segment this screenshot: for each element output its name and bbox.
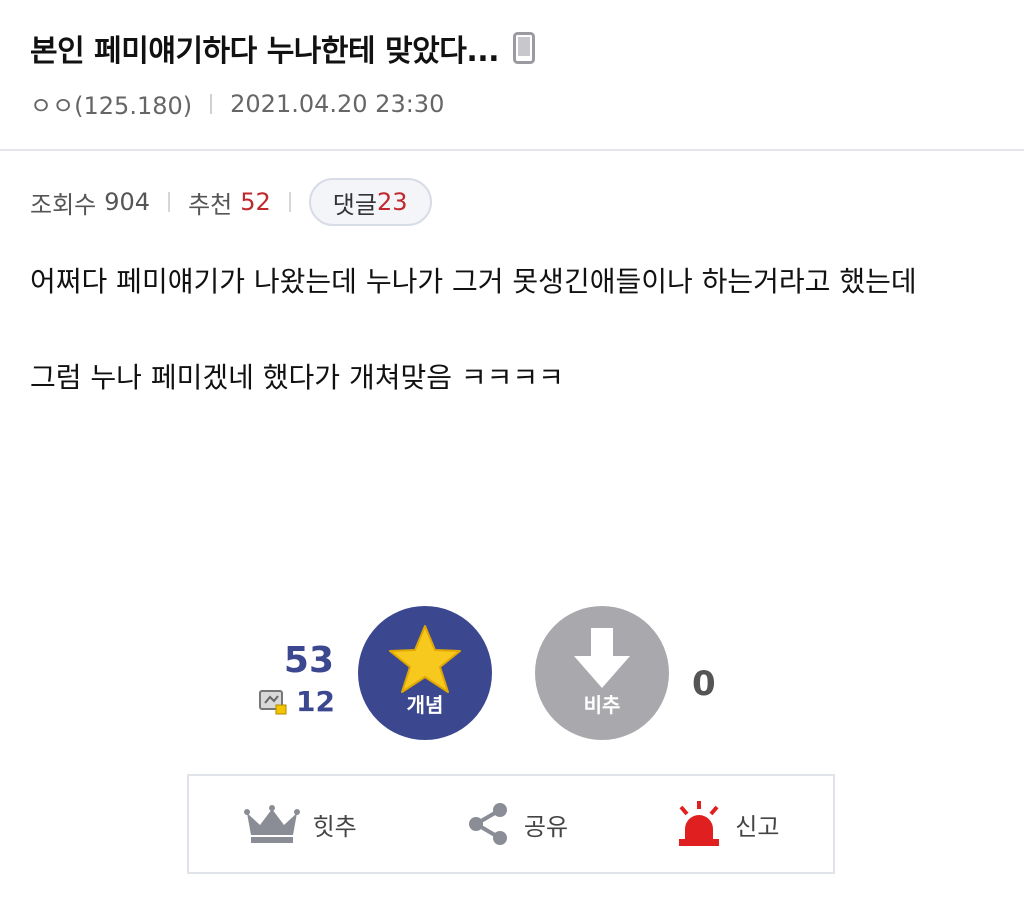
post-header: 본인 페미얘기하다 누나한테 맞았다... ㅇㅇ(125.180) 2021.0…	[0, 0, 1024, 150]
upvote-label: 개념	[406, 693, 444, 717]
recommend-label: 추천	[188, 190, 233, 219]
title-row: 본인 페미얘기하다 누나한테 맞았다...	[30, 26, 536, 70]
comments-button[interactable]: 댓글 23	[308, 178, 432, 226]
views-count: 904	[104, 188, 151, 216]
fixed-user-recommend: 12	[258, 685, 335, 718]
hit-recommend-button[interactable]: 힛추	[243, 803, 357, 845]
views-label: 조회수	[30, 190, 97, 219]
body-line: 어쩌다 페미얘기가 나왔는데 누나가 그거 못생긴애들이나 하는거라고 했는데	[30, 265, 917, 298]
downvote-label: 비추	[583, 693, 621, 717]
report-label: 신고	[735, 812, 780, 841]
stats-divider	[288, 192, 291, 212]
mobile-phone-icon	[513, 32, 536, 64]
post-meta: ㅇㅇ(125.180) 2021.04.20 23:30	[30, 86, 444, 121]
stats-divider	[168, 192, 171, 212]
share-icon	[468, 803, 507, 845]
crown-icon	[243, 805, 300, 843]
meta-divider	[210, 93, 213, 114]
action-bar: 힛추 공유 신고	[187, 774, 835, 874]
hit-recommend-label: 힛추	[312, 812, 357, 841]
recommend-count: 52	[240, 188, 271, 216]
body-line: 그럼 누나 페미겠네 했다가 개쳐맞음 ㅋㅋㅋㅋ	[30, 361, 564, 394]
share-button[interactable]: 공유	[464, 800, 568, 848]
upvote-count: 53	[283, 640, 334, 681]
post-title: 본인 페미얘기하다 누나한테 맞았다...	[30, 34, 500, 69]
post-body: 어쩌다 페미얘기가 나왔는데 누나가 그거 못생긴애들이나 하는거라고 했는데 …	[30, 258, 990, 402]
star-icon	[389, 625, 461, 693]
comments-count: 23	[376, 188, 408, 216]
upvote-button[interactable]: 개념	[358, 606, 492, 740]
report-button[interactable]: 신고	[675, 799, 779, 849]
fixed-user-icon	[258, 688, 288, 716]
arrow-down-icon	[574, 628, 630, 688]
header-divider	[0, 149, 1024, 151]
vote-area: 53 12 개념 비추 0	[0, 600, 1024, 750]
post-stats: 조회수 904 추천 52 댓글 23	[30, 178, 432, 226]
siren-icon	[679, 801, 720, 846]
post-datetime: 2021.04.20 23:30	[230, 89, 445, 118]
share-label: 공유	[523, 812, 569, 841]
author-name[interactable]: ㅇㅇ(125.180)	[30, 86, 192, 121]
downvote-button[interactable]: 비추	[535, 606, 669, 740]
fixed-user-count: 12	[296, 685, 335, 718]
downvote-count: 0	[692, 664, 716, 704]
comments-label: 댓글	[332, 190, 377, 219]
